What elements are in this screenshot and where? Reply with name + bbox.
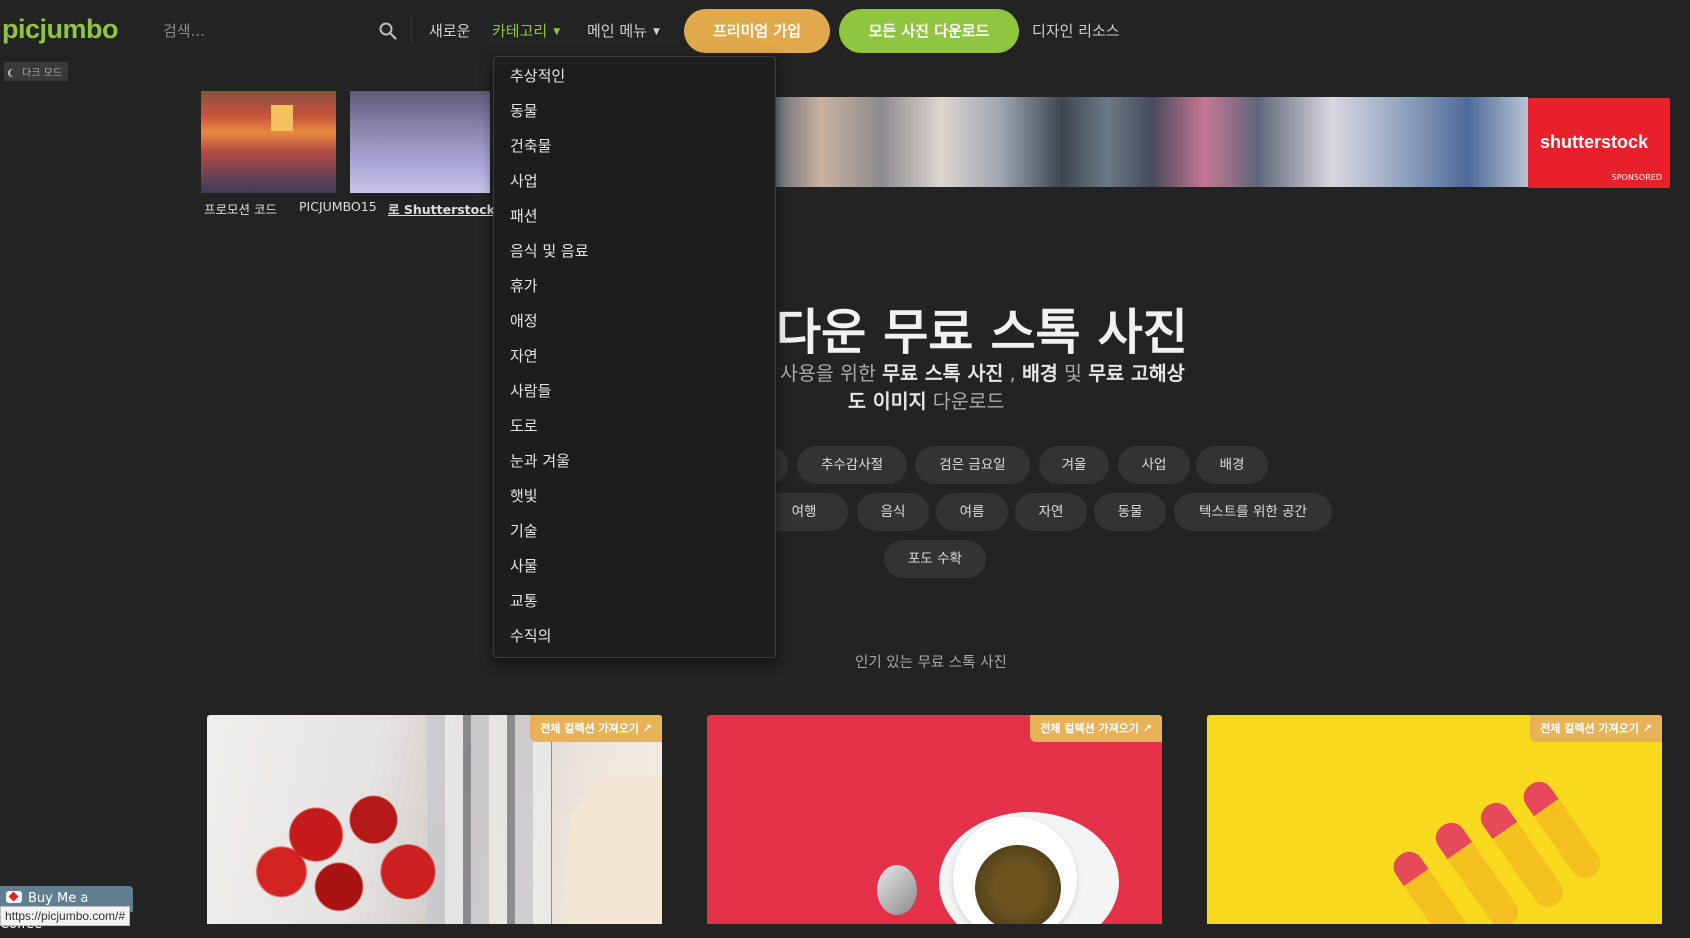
tag-pill[interactable]: 겨울 bbox=[1039, 446, 1109, 484]
divider bbox=[411, 16, 412, 44]
popular-heading: 인기 있는 무료 스톡 사진 bbox=[855, 655, 1007, 671]
menu-item-technology[interactable]: 기술 bbox=[510, 520, 538, 541]
premium-signup-button[interactable]: 프리미엄 가입 bbox=[684, 9, 830, 53]
menu-item-vertical[interactable]: 수직의 bbox=[510, 625, 551, 646]
menu-item-abstract[interactable]: 추상적인 bbox=[510, 65, 565, 86]
tag-pill[interactable]: 텍스트를 위한 공간 bbox=[1174, 493, 1332, 531]
get-collection-badge[interactable]: 전체 컬렉션 가져오기 ↗ bbox=[1030, 715, 1162, 742]
menu-item-fashion[interactable]: 패션 bbox=[510, 205, 538, 226]
get-collection-badge[interactable]: 전체 컬렉션 가져오기 ↗ bbox=[530, 715, 662, 742]
search-icon[interactable] bbox=[379, 22, 397, 40]
tag-pill[interactable]: 추수감사절 bbox=[797, 446, 907, 484]
photo-card-coffee[interactable]: 전체 컬렉션 가져오기 ↗ bbox=[707, 715, 1162, 924]
promo-image-highlight bbox=[271, 105, 293, 131]
menu-item-love[interactable]: 애정 bbox=[510, 310, 538, 331]
promo-code-label: 프로모션 코드 bbox=[204, 202, 277, 217]
coffee bbox=[975, 845, 1061, 924]
menu-item-snow-winter[interactable]: 눈과 겨울 bbox=[510, 450, 570, 471]
external-link-icon: ↗ bbox=[1142, 722, 1152, 735]
nav-main-menu-label: 메인 메뉴 bbox=[587, 22, 647, 40]
subtitle-link-backgrounds[interactable]: 배경 bbox=[1022, 362, 1058, 385]
teddy-bear bbox=[567, 775, 662, 924]
menu-item-sunlight[interactable]: 햇빛 bbox=[510, 485, 538, 506]
nav-categories[interactable]: 카테고리 ▼ bbox=[492, 20, 560, 41]
coffee-cup-icon bbox=[6, 891, 22, 903]
badge-label: 전체 컬렉션 가져오기 bbox=[1540, 722, 1639, 735]
subtitle-link-stock[interactable]: 무료 스톡 사진 bbox=[882, 362, 1003, 385]
tag-pill[interactable]: 포도 수확 bbox=[884, 540, 986, 578]
subtitle-link-images[interactable]: 도 이미지 bbox=[848, 390, 927, 413]
caret-down-icon: ▼ bbox=[553, 27, 561, 37]
badge-label: 전체 컬렉션 가져오기 bbox=[1040, 722, 1139, 735]
menu-item-architecture[interactable]: 건축물 bbox=[510, 135, 551, 156]
nav-main-menu[interactable]: 메인 메뉴 ▼ bbox=[587, 20, 660, 41]
page-subtitle: 사용을 위한 무료 스톡 사진 , 배경 및 무료 고해상 도 이미지 다운로드 bbox=[780, 360, 1240, 416]
subtitle-text: , bbox=[1009, 362, 1016, 385]
menu-item-objects[interactable]: 사물 bbox=[510, 555, 538, 576]
subtitle-link-hires[interactable]: 무료 고해상 bbox=[1088, 362, 1185, 385]
status-bar-url: https://picjumbo.com/# bbox=[0, 906, 131, 926]
subtitle-text: 사용을 위한 bbox=[780, 362, 876, 385]
caret-down-icon: ▼ bbox=[652, 27, 660, 37]
tag-pill[interactable]: 검은 금요일 bbox=[915, 446, 1030, 484]
photo-card-roses[interactable]: 전체 컬렉션 가져오기 ↗ bbox=[207, 715, 662, 924]
external-link-icon: ↗ bbox=[642, 722, 652, 735]
promo-code-value: PICJUMBO15 bbox=[299, 199, 377, 214]
nav-design-resources[interactable]: 디자인 리소스 bbox=[1032, 20, 1120, 41]
spoon bbox=[877, 865, 917, 915]
badge-label: 전체 컬렉션 가져오기 bbox=[540, 722, 639, 735]
nav-new[interactable]: 새로운 bbox=[429, 20, 470, 41]
promo-image[interactable] bbox=[350, 91, 490, 193]
download-all-button[interactable]: 모든 사진 다운로드 bbox=[839, 9, 1019, 53]
tag-pill[interactable]: 사업 bbox=[1118, 446, 1190, 484]
search-input[interactable] bbox=[161, 21, 365, 41]
search-box bbox=[143, 8, 405, 54]
page-title: 다운 무료 스톡 사진 bbox=[776, 304, 1188, 361]
tag-pill[interactable]: 여름 bbox=[936, 493, 1008, 531]
dark-mode-label: 다크 모드 bbox=[22, 68, 62, 79]
shutterstock-logo: shutterstock bbox=[1540, 132, 1649, 152]
roses-bouquet bbox=[247, 775, 477, 924]
dark-mode-toggle[interactable]: 다크 모드 bbox=[4, 62, 68, 81]
menu-item-animals[interactable]: 동물 bbox=[510, 100, 538, 121]
menu-item-food-drink[interactable]: 음식 및 음료 bbox=[510, 240, 589, 261]
menu-item-holidays[interactable]: 휴가 bbox=[510, 275, 538, 296]
menu-item-transportation[interactable]: 교통 bbox=[510, 590, 538, 611]
menu-item-people[interactable]: 사람들 bbox=[510, 380, 551, 401]
shutterstock-ad[interactable]: shutterstock SPONSORED bbox=[1528, 98, 1670, 188]
category-dropdown-menu: 추상적인 동물 건축물 사업 패션 음식 및 음료 휴가 애정 자연 사람들 도… bbox=[493, 56, 776, 658]
menu-item-roads[interactable]: 도로 bbox=[510, 415, 538, 436]
tag-pill[interactable]: 음식 bbox=[857, 493, 929, 531]
get-collection-badge[interactable]: 전체 컬렉션 가져오기 ↗ bbox=[1530, 715, 1662, 742]
photo-card-popsicles[interactable]: 전체 컬렉션 가져오기 ↗ bbox=[1207, 715, 1662, 924]
nav-categories-label: 카테고리 bbox=[492, 22, 548, 40]
sponsored-image-strip[interactable] bbox=[776, 97, 1528, 187]
sponsored-label: SPONSORED bbox=[1611, 173, 1662, 182]
tag-pill[interactable]: 동물 bbox=[1094, 493, 1166, 531]
tag-pill[interactable]: 배경 bbox=[1196, 446, 1268, 484]
menu-item-business[interactable]: 사업 bbox=[510, 170, 538, 191]
subtitle-text: 다운로드 bbox=[932, 390, 1005, 413]
tag-pill[interactable]: 자연 bbox=[1015, 493, 1087, 531]
promo-shutterstock-link[interactable]: 로 Shutterstock에 bbox=[388, 199, 506, 218]
moon-icon bbox=[10, 69, 18, 77]
logo[interactable]: picjumbo bbox=[2, 14, 119, 45]
menu-item-nature[interactable]: 자연 bbox=[510, 345, 538, 366]
promo-image[interactable] bbox=[201, 91, 336, 193]
subtitle-text: 및 bbox=[1064, 362, 1082, 385]
external-link-icon: ↗ bbox=[1642, 722, 1652, 735]
